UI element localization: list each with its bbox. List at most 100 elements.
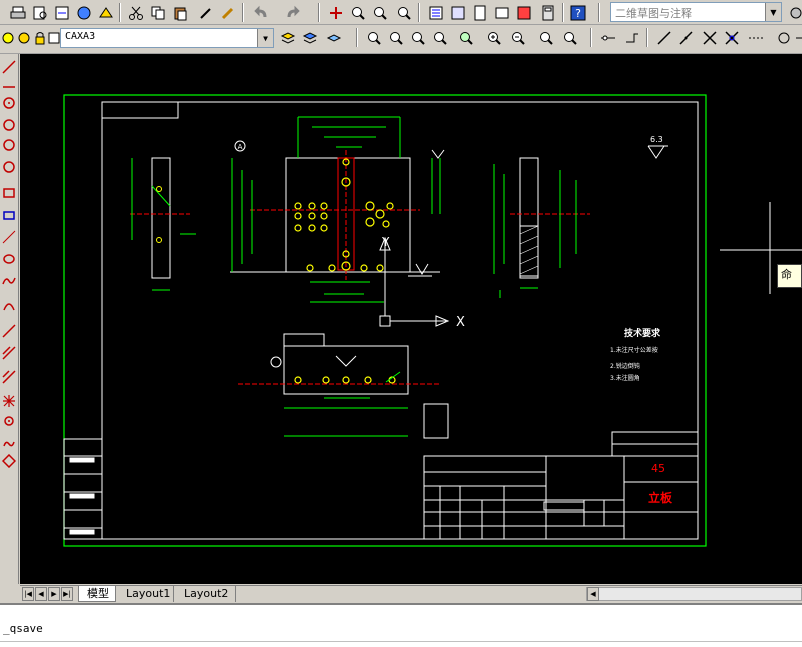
- draw-toolbar: [0, 54, 19, 584]
- layout-tabs-bar: |◀ ◀ ▶ ▶| 模型 Layout1 Layout2 ◀: [20, 585, 802, 603]
- standard-toolbar: ? 二维草图与注释 ▼: [0, 0, 802, 25]
- polygon-icon[interactable]: [1, 206, 17, 224]
- zoom-realtime-icon[interactable]: [348, 3, 368, 22]
- dim-linear-icon[interactable]: [598, 28, 618, 47]
- command-input-line[interactable]: [0, 641, 802, 642]
- region-icon[interactable]: [1, 452, 17, 470]
- layer-manager-icon[interactable]: [278, 28, 298, 47]
- redo-icon[interactable]: [282, 3, 302, 22]
- zoom-all-icon[interactable]: [536, 28, 556, 47]
- revision-strip: [63, 438, 103, 540]
- drawing-sheet: A X Y 6.3 技术要求 1.未注尺寸公差按 2.锐边倒钝 3.未注圆角 4…: [63, 94, 802, 547]
- layer-combo[interactable]: CAXA3 ▼: [60, 28, 274, 48]
- layer-combo-value: CAXA3: [65, 31, 96, 42]
- surface-roughness-mark: 6.3: [647, 135, 668, 159]
- more-icon[interactable]: [792, 28, 802, 47]
- tab-layout1[interactable]: Layout1: [118, 586, 174, 602]
- print-icon[interactable]: [8, 3, 28, 22]
- arc-icon[interactable]: [1, 136, 17, 154]
- match-properties-icon[interactable]: [196, 3, 216, 22]
- hatch-icon[interactable]: [1, 344, 17, 362]
- dim-ordinate-icon[interactable]: [622, 28, 642, 47]
- revcloud-icon[interactable]: [1, 434, 17, 452]
- workspace-settings-icon[interactable]: [786, 3, 802, 22]
- drawing-canvas[interactable]: A X Y 6.3 技术要求 1.未注尺寸公差按 2.锐边倒钝 3.未注圆角 4…: [20, 54, 802, 584]
- surface-mark-value: 6.3: [650, 135, 663, 144]
- section-view-right: [493, 157, 590, 298]
- tab-last-icon[interactable]: ▶|: [61, 587, 73, 601]
- hole-pattern: [294, 158, 394, 272]
- ellipse-icon[interactable]: [1, 250, 17, 268]
- circle-2p-icon[interactable]: [1, 116, 17, 134]
- layer-previous-icon[interactable]: [300, 28, 320, 47]
- tech-item-3: 3.未注圆角: [610, 374, 640, 382]
- cross-icon[interactable]: [700, 28, 720, 47]
- tab-layout1-label: Layout1: [126, 587, 171, 600]
- cut-icon[interactable]: [126, 3, 146, 22]
- tech-requirements: 技术要求 1.未注尺寸公差按 2.锐边倒钝 3.未注圆角: [610, 327, 661, 382]
- top-view: [238, 333, 449, 439]
- circle-icon[interactable]: [774, 28, 794, 47]
- tech-item-1: 1.未注尺寸公差按: [610, 346, 658, 354]
- zoom-object-icon[interactable]: [456, 28, 476, 47]
- design-center-icon[interactable]: [448, 3, 468, 22]
- calculator-icon[interactable]: [538, 3, 558, 22]
- zoom-out-icon[interactable]: [508, 28, 528, 47]
- tool-palettes-icon[interactable]: [470, 3, 490, 22]
- 3d-dwf-icon[interactable]: [74, 3, 94, 22]
- polyline-icon[interactable]: [1, 322, 17, 340]
- layer-states-icon[interactable]: [324, 28, 344, 47]
- block-editor-icon[interactable]: [218, 3, 238, 22]
- command-window[interactable]: _qsave: [0, 603, 802, 647]
- spline-icon[interactable]: [1, 272, 17, 290]
- dash-line-icon[interactable]: [746, 28, 766, 47]
- workspace-combo[interactable]: 二维草图与注释 ▼: [610, 2, 782, 22]
- dim-line-icon[interactable]: [1, 228, 17, 246]
- circle-center-icon[interactable]: [1, 94, 17, 112]
- tab-layout2[interactable]: Layout2: [176, 586, 236, 602]
- zoom-in-icon[interactable]: [484, 28, 504, 47]
- horizontal-scrollbar[interactable]: ◀: [586, 587, 802, 601]
- zoom-scale-icon[interactable]: [408, 28, 428, 47]
- chevron-down-icon[interactable]: ▼: [765, 3, 781, 21]
- arc-3p-icon[interactable]: [1, 296, 17, 314]
- zoom-center-icon[interactable]: [430, 28, 450, 47]
- copy-icon[interactable]: [148, 3, 168, 22]
- tab-model[interactable]: 模型: [78, 586, 116, 602]
- properties-icon[interactable]: [426, 3, 446, 22]
- zoom-window-icon[interactable]: [364, 28, 384, 47]
- tab-next-icon[interactable]: ▶: [48, 587, 60, 601]
- help-icon[interactable]: ?: [568, 3, 588, 22]
- tech-title: 技术要求: [624, 327, 661, 339]
- explode-icon[interactable]: [1, 392, 17, 410]
- paste-icon[interactable]: [170, 3, 190, 22]
- circle-3p-icon[interactable]: [1, 158, 17, 176]
- tab-prev-icon[interactable]: ◀: [35, 587, 47, 601]
- zoom-previous-icon[interactable]: [394, 3, 414, 22]
- publish-icon[interactable]: [52, 3, 72, 22]
- zoom-extents-icon[interactable]: [560, 28, 580, 47]
- tab-first-icon[interactable]: |◀: [22, 587, 34, 601]
- point-icon[interactable]: [1, 412, 17, 430]
- top-left-label-box: [101, 101, 179, 119]
- line-icon[interactable]: [1, 58, 17, 76]
- axis-y-label: Y: [381, 235, 390, 249]
- markup-icon[interactable]: [514, 3, 534, 22]
- print-preview-icon[interactable]: [30, 3, 50, 22]
- command-tooltip-text: 命: [781, 268, 792, 281]
- cross-snap-icon[interactable]: [722, 28, 742, 47]
- scroll-left-icon[interactable]: ◀: [587, 587, 599, 601]
- ray-icon[interactable]: [1, 368, 17, 386]
- chevron-down-icon[interactable]: ▼: [257, 29, 273, 47]
- sheet-set-icon[interactable]: [492, 3, 512, 22]
- draw-line-icon[interactable]: [654, 28, 674, 47]
- zoom-dynamic-icon[interactable]: [386, 28, 406, 47]
- draw-xline-icon[interactable]: [676, 28, 696, 47]
- svg-text:?: ?: [575, 7, 581, 20]
- undo-icon[interactable]: [252, 3, 272, 22]
- zoom-window-icon[interactable]: [370, 3, 390, 22]
- front-view: A: [230, 116, 445, 303]
- pan-realtime-icon[interactable]: [326, 3, 346, 22]
- rectangle-icon[interactable]: [1, 184, 17, 202]
- etransmit-icon[interactable]: [96, 3, 116, 22]
